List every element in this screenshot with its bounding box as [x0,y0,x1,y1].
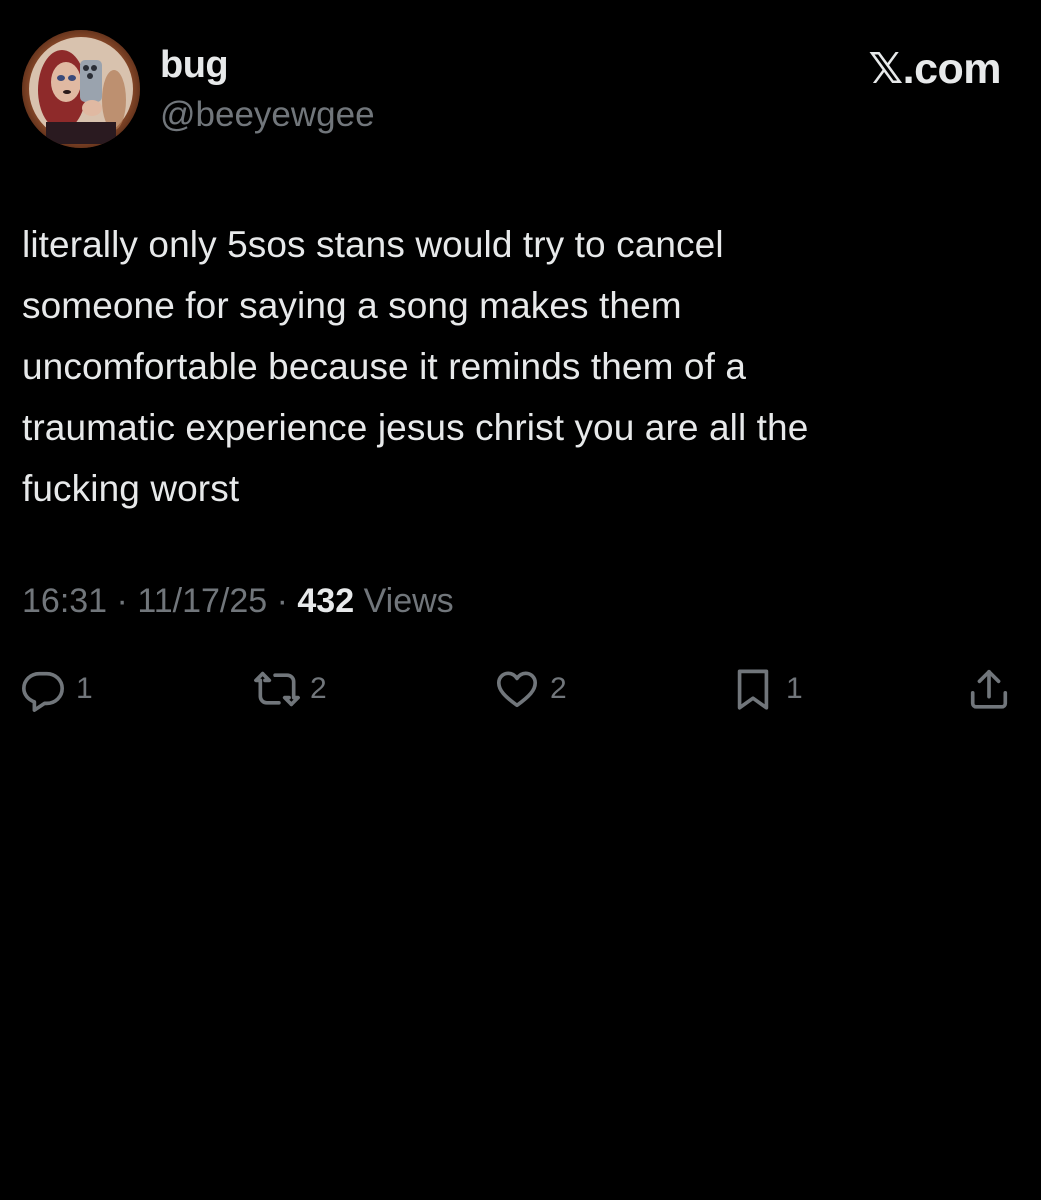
tweet-meta: 16:31 · 11/17/25 · 432 Views [22,578,454,624]
tweet-time: 16:31 [22,582,108,620]
bookmark-button[interactable]: 1 [730,666,803,712]
meta-separator: · [116,582,128,620]
views-count: 432 [297,582,355,620]
views-label: Views [363,582,454,620]
avatar-photo [22,30,140,148]
x-logo: 𝕏.com [868,45,1001,93]
share-icon [966,666,1012,712]
retweet-count: 2 [310,672,327,705]
bookmark-count: 1 [786,672,803,705]
display-name[interactable]: bug [160,41,229,89]
retweet-icon [254,666,300,712]
reply-icon [20,666,66,712]
like-count: 2 [550,672,567,705]
heart-icon [494,666,540,712]
avatar[interactable] [22,30,140,148]
retweet-button[interactable]: 2 [254,666,327,712]
meta-separator: · [276,582,288,620]
reply-button[interactable]: 1 [20,666,93,712]
share-button[interactable] [966,666,1012,712]
like-button[interactable]: 2 [494,666,567,712]
tweet-text: literally only 5sos stans would try to c… [22,224,809,509]
reply-count: 1 [76,672,93,705]
user-handle[interactable]: @beeyewgee [160,92,375,138]
bookmark-icon [730,666,776,712]
tweet-date: 11/17/25 [137,582,268,620]
